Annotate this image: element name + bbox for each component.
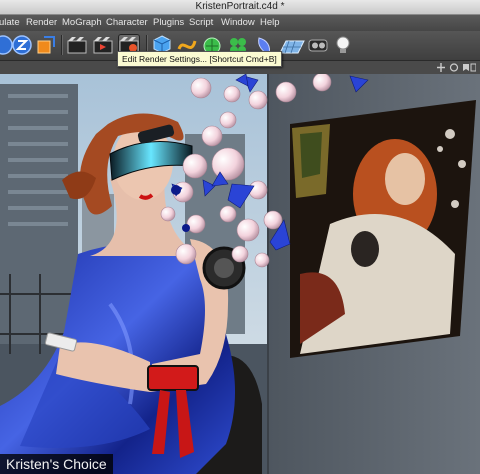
menu-item-plugins[interactable]: Plugins	[153, 15, 184, 31]
menu-item-window[interactable]: Window	[221, 15, 255, 31]
scale-z-icon	[12, 35, 32, 55]
render-picture-viewer-icon	[93, 37, 113, 54]
menu-bar: ulate Render MoGraph Character Plugins S…	[0, 15, 480, 31]
menu-item-character[interactable]: Character	[106, 15, 148, 31]
3d-viewport[interactable]: Kristen's Choice	[0, 74, 480, 474]
scale-z-button[interactable]	[11, 34, 33, 56]
floor-icon	[279, 40, 305, 54]
render-settings-tooltip: Edit Render Settings... [Shortcut Cmd+B]	[117, 51, 282, 67]
scene-render	[0, 74, 480, 474]
menu-item-render[interactable]: Render	[26, 15, 57, 31]
camera-button[interactable]	[307, 34, 329, 56]
window-title: KristenPortrait.c4d *	[195, 1, 285, 12]
menu-item-simulate[interactable]: ulate	[0, 15, 20, 31]
coordinate-system-button[interactable]	[35, 34, 57, 56]
render-view-icon	[67, 37, 87, 54]
scene-caption: Kristen's Choice	[0, 454, 113, 474]
render-picture-viewer-button[interactable]	[92, 34, 114, 56]
viewport-navigation-icons[interactable]	[436, 61, 476, 74]
camera-icon	[308, 39, 328, 52]
menu-item-mograph[interactable]: MoGraph	[62, 15, 102, 31]
floor-button[interactable]	[279, 34, 305, 56]
menu-item-script[interactable]: Script	[189, 15, 213, 31]
render-view-button[interactable]	[66, 34, 88, 56]
coordinate-system-icon	[37, 36, 55, 54]
window-title-bar: KristenPortrait.c4d *	[0, 0, 480, 15]
light-icon	[336, 36, 350, 53]
menu-item-help[interactable]: Help	[260, 15, 280, 31]
light-button[interactable]	[332, 34, 354, 56]
painting-panel	[290, 100, 476, 358]
